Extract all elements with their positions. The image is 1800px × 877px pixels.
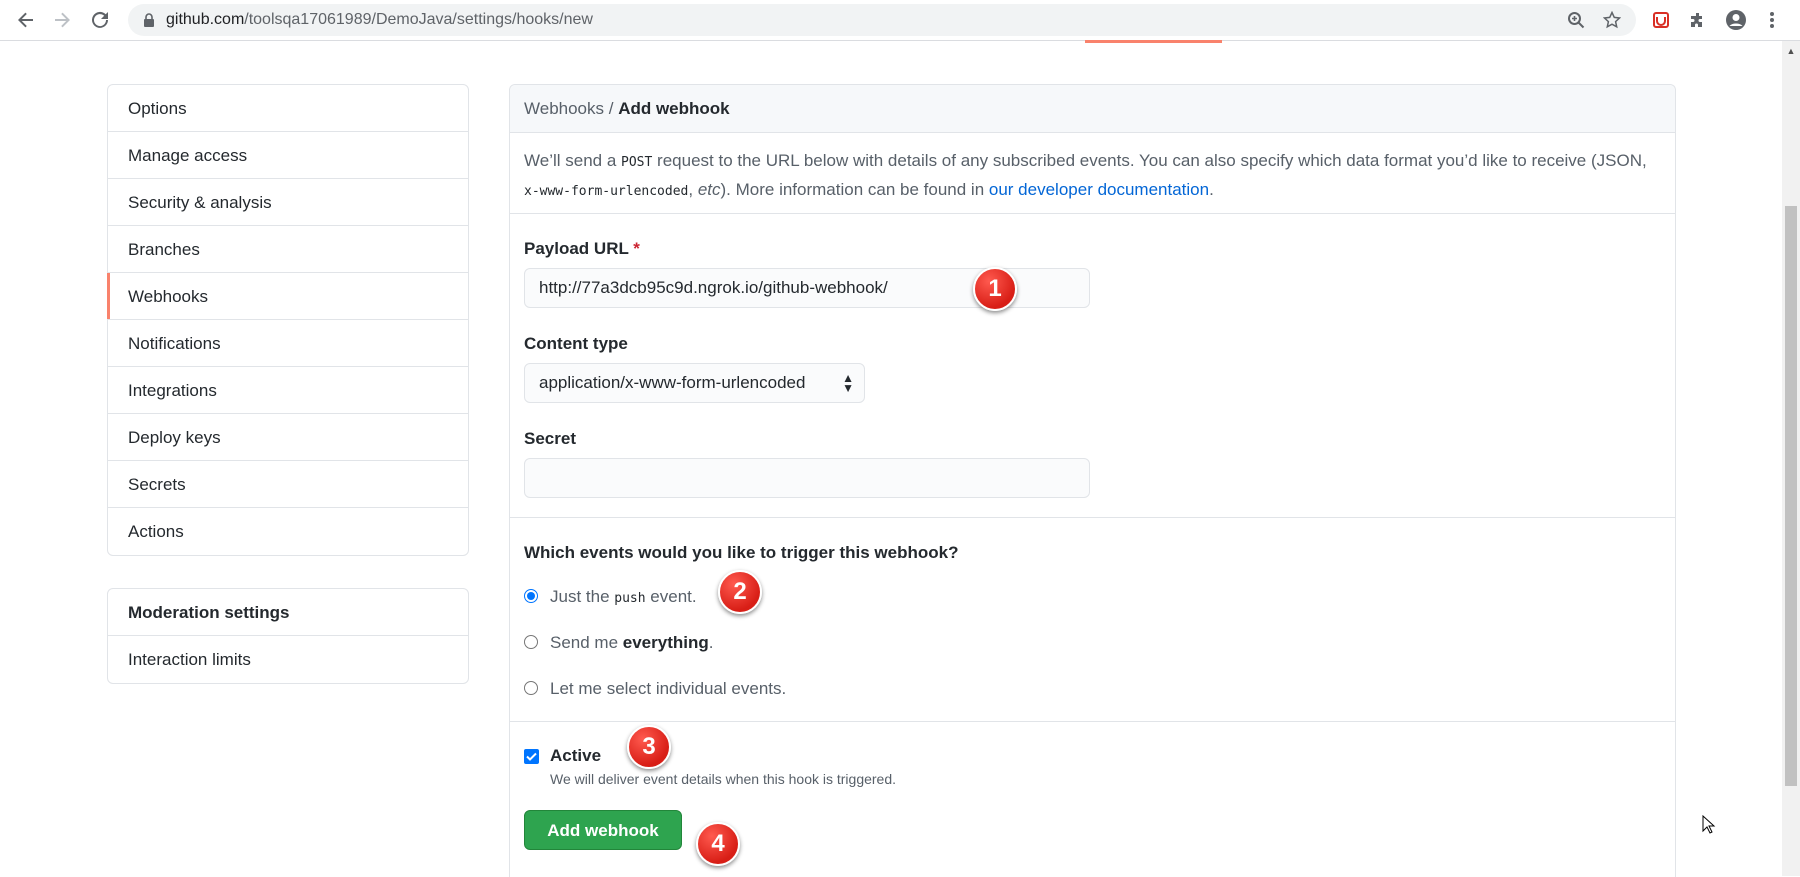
content-type-label: Content type (524, 334, 628, 353)
sidebar-item-label: Notifications (128, 334, 221, 353)
event-option-label: Just the push event. (550, 587, 697, 607)
breadcrumb-current: Add webhook (618, 99, 730, 118)
divider (510, 721, 1675, 722)
intro-code-urlencoded: x-www-form-urlencoded (524, 184, 689, 199)
sidebar-item-label: Integrations (128, 381, 217, 400)
content-type-select[interactable]: application/x-www-form-urlencoded ▲ ▼ (524, 363, 865, 403)
forward-icon[interactable] (48, 6, 76, 34)
sidebar-item-label: Options (128, 99, 187, 118)
intro-text-part: request to the URL below with details of… (652, 151, 1647, 170)
browser-toolbar: github.com/toolsqa17061989/DemoJava/sett… (0, 0, 1800, 41)
required-mark: * (633, 239, 640, 258)
sidebar-item-label: Webhooks (128, 287, 209, 306)
bookmark-star-icon[interactable] (1600, 8, 1624, 32)
radio-individual[interactable] (524, 681, 538, 695)
url-path: /toolsqa17061989/DemoJava/settings/hooks… (244, 11, 593, 28)
extensions-puzzle-icon[interactable] (1686, 8, 1710, 32)
radio-push[interactable] (524, 589, 538, 603)
sidebar-item-interaction-limits[interactable]: Interaction limits (108, 636, 468, 683)
sidebar-item-deploy-keys[interactable]: Deploy keys (108, 414, 468, 461)
events-question: Which events would you like to trigger t… (524, 543, 959, 562)
active-note: We will deliver event details when this … (550, 771, 897, 787)
moderation-sidebar: Moderation settings Interaction limits (107, 588, 469, 684)
payload-url-label-text: Payload URL (524, 239, 629, 258)
event-label-part: Send me (550, 633, 623, 652)
scrollbar-thumb[interactable] (1785, 206, 1797, 786)
sidebar-item-secrets[interactable]: Secrets (108, 461, 468, 508)
sidebar-item-label: Interaction limits (128, 650, 251, 669)
sidebar-item-integrations[interactable]: Integrations (108, 367, 468, 414)
annotation-marker-3: 3 (627, 725, 671, 769)
breadcrumb: Webhooks / Add webhook (524, 99, 730, 119)
back-icon[interactable] (12, 6, 40, 34)
breadcrumb-separator: / (604, 99, 619, 118)
secret-label: Secret (524, 429, 576, 448)
intro-text-part: We’ll send a (524, 151, 622, 170)
intro-text-part: ). More information can be found in (720, 180, 989, 199)
sidebar-item-label: Security & analysis (128, 193, 272, 212)
reload-icon[interactable] (86, 6, 114, 34)
url-text[interactable]: github.com/toolsqa17061989/DemoJava/sett… (166, 11, 593, 29)
lock-icon (142, 12, 158, 28)
active-tab-underline (1085, 40, 1222, 43)
sidebar-item-options[interactable]: Options (108, 85, 468, 132)
event-label-part: Just the (550, 587, 615, 606)
sidebar-item-actions[interactable]: Actions (108, 508, 468, 555)
active-checkbox[interactable] (524, 749, 539, 764)
intro-text-part: . (1209, 180, 1214, 199)
payload-url-label: Payload URL * (524, 239, 640, 259)
sidebar-item-label: Secrets (128, 475, 186, 494)
scroll-up-arrow-icon[interactable]: ▲ (1785, 46, 1797, 56)
url-domain: github.com (166, 11, 245, 28)
select-arrows-icon: ▲ ▼ (842, 371, 854, 395)
sidebar-item-manage-access[interactable]: Manage access (108, 132, 468, 179)
breadcrumb-webhooks-link[interactable]: Webhooks (524, 99, 604, 118)
sidebar-item-label: Branches (128, 240, 200, 259)
event-code-push: push (614, 591, 646, 606)
annotation-marker-4: 4 (696, 822, 740, 866)
sidebar-item-security-analysis[interactable]: Security & analysis (108, 179, 468, 226)
address-bar[interactable]: github.com/toolsqa17061989/DemoJava/sett… (128, 4, 1636, 36)
moderation-settings-heading: Moderation settings (108, 589, 468, 636)
annotation-marker-2: 2 (718, 570, 762, 614)
intro-text: We’ll send a POST request to the URL bel… (524, 147, 1664, 205)
developer-documentation-link[interactable]: our developer documentation (989, 180, 1209, 199)
sidebar-item-notifications[interactable]: Notifications (108, 320, 468, 367)
event-label-part: . (708, 633, 714, 652)
event-label-bold: everything (622, 633, 709, 652)
sidebar-item-webhooks[interactable]: Webhooks (107, 273, 468, 320)
intro-text-part: , (688, 180, 698, 199)
mouse-cursor-icon (1702, 814, 1716, 835)
profile-avatar-icon[interactable] (1724, 8, 1748, 32)
more-menu-icon[interactable] (1760, 8, 1784, 32)
divider (510, 517, 1675, 518)
sidebar-item-label: Manage access (128, 146, 248, 165)
form-header: Webhooks / Add webhook (510, 85, 1675, 133)
event-option-label: Let me select individual events. (550, 679, 787, 698)
zoom-icon[interactable] (1564, 8, 1588, 32)
divider (510, 213, 1675, 214)
active-label: Active (550, 746, 602, 765)
event-label-part: event. (645, 587, 697, 606)
settings-sidebar: Options Manage access Security & analysi… (107, 84, 469, 556)
intro-etc: etc (697, 180, 721, 199)
secret-input[interactable] (524, 458, 1090, 498)
sidebar-item-label: Actions (128, 522, 184, 541)
content-type-value: application/x-www-form-urlencoded (539, 373, 806, 392)
annotation-marker-1: 1 (973, 267, 1017, 311)
add-webhook-button[interactable]: Add webhook (524, 810, 682, 850)
extension-shield-icon[interactable] (1649, 8, 1673, 32)
radio-everything[interactable] (524, 635, 538, 649)
sidebar-item-branches[interactable]: Branches (108, 226, 468, 273)
event-option-label: Send me everything. (550, 633, 713, 653)
sidebar-item-label: Deploy keys (128, 428, 221, 447)
add-webhook-form: Webhooks / Add webhook We’ll send a POST… (509, 84, 1676, 877)
intro-code-post: POST (621, 155, 653, 170)
